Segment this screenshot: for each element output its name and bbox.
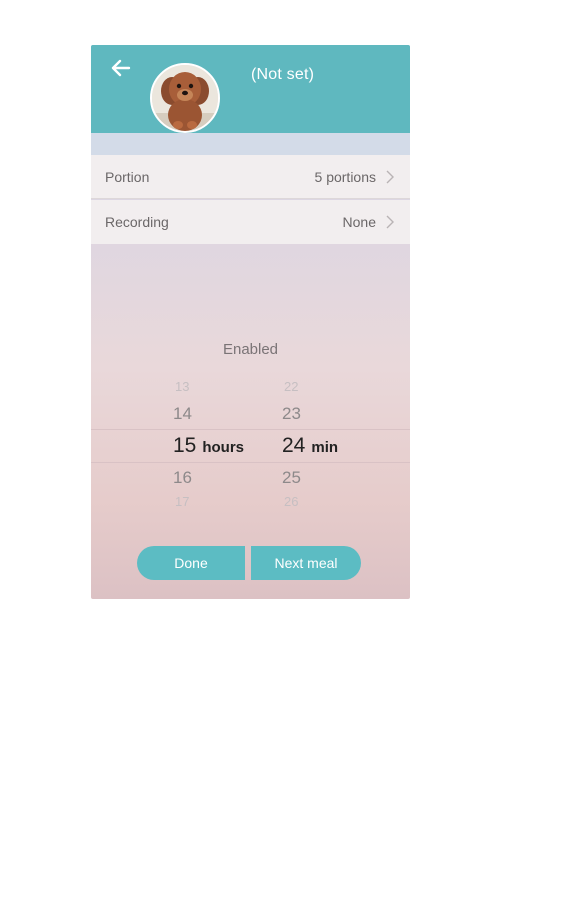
recording-value: None (342, 214, 376, 230)
app-screen: (Not set) Portion 5 portions Recording N… (91, 45, 410, 599)
arrow-left-icon (111, 59, 131, 77)
minutes-option[interactable]: 22 (284, 379, 298, 394)
minutes-option[interactable]: 23 (282, 404, 301, 424)
dog-photo-icon (152, 65, 218, 131)
minutes-option[interactable]: 25 (282, 468, 301, 488)
minutes-selected[interactable]: 24 min (282, 434, 338, 458)
hours-unit-label: hours (202, 439, 245, 456)
recording-label: Recording (105, 214, 169, 230)
minutes-selected-value: 24 (282, 434, 306, 457)
hours-selected-value: 15 (173, 434, 197, 457)
hours-option[interactable]: 17 (175, 494, 189, 509)
portion-row[interactable]: Portion 5 portions (91, 155, 410, 199)
portion-label: Portion (105, 168, 150, 185)
next-meal-button[interactable]: Next meal (251, 546, 361, 580)
back-button[interactable] (108, 56, 134, 80)
chevron-right-icon (386, 170, 396, 184)
done-button[interactable]: Done (137, 546, 245, 580)
header-bar: (Not set) (91, 45, 410, 133)
hours-option[interactable]: 14 (173, 404, 192, 424)
hours-selected[interactable]: 15 hours (173, 434, 244, 458)
chevron-right-icon (386, 215, 396, 229)
portion-value: 5 portions (314, 168, 376, 185)
hours-option[interactable]: 16 (173, 468, 192, 488)
schedule-status[interactable]: Enabled (91, 341, 410, 358)
minutes-unit-label: min (311, 439, 339, 456)
hours-picker[interactable]: 13 14 15 hours 16 17 (171, 375, 261, 510)
header-divider-band (91, 133, 410, 155)
minutes-option[interactable]: 26 (284, 494, 298, 509)
minutes-picker[interactable]: 22 23 24 min 25 26 (280, 375, 370, 510)
pet-avatar[interactable] (150, 63, 220, 133)
pet-name[interactable]: (Not set) (251, 66, 314, 84)
hours-option[interactable]: 13 (175, 379, 189, 394)
recording-row[interactable]: Recording None (91, 200, 410, 244)
